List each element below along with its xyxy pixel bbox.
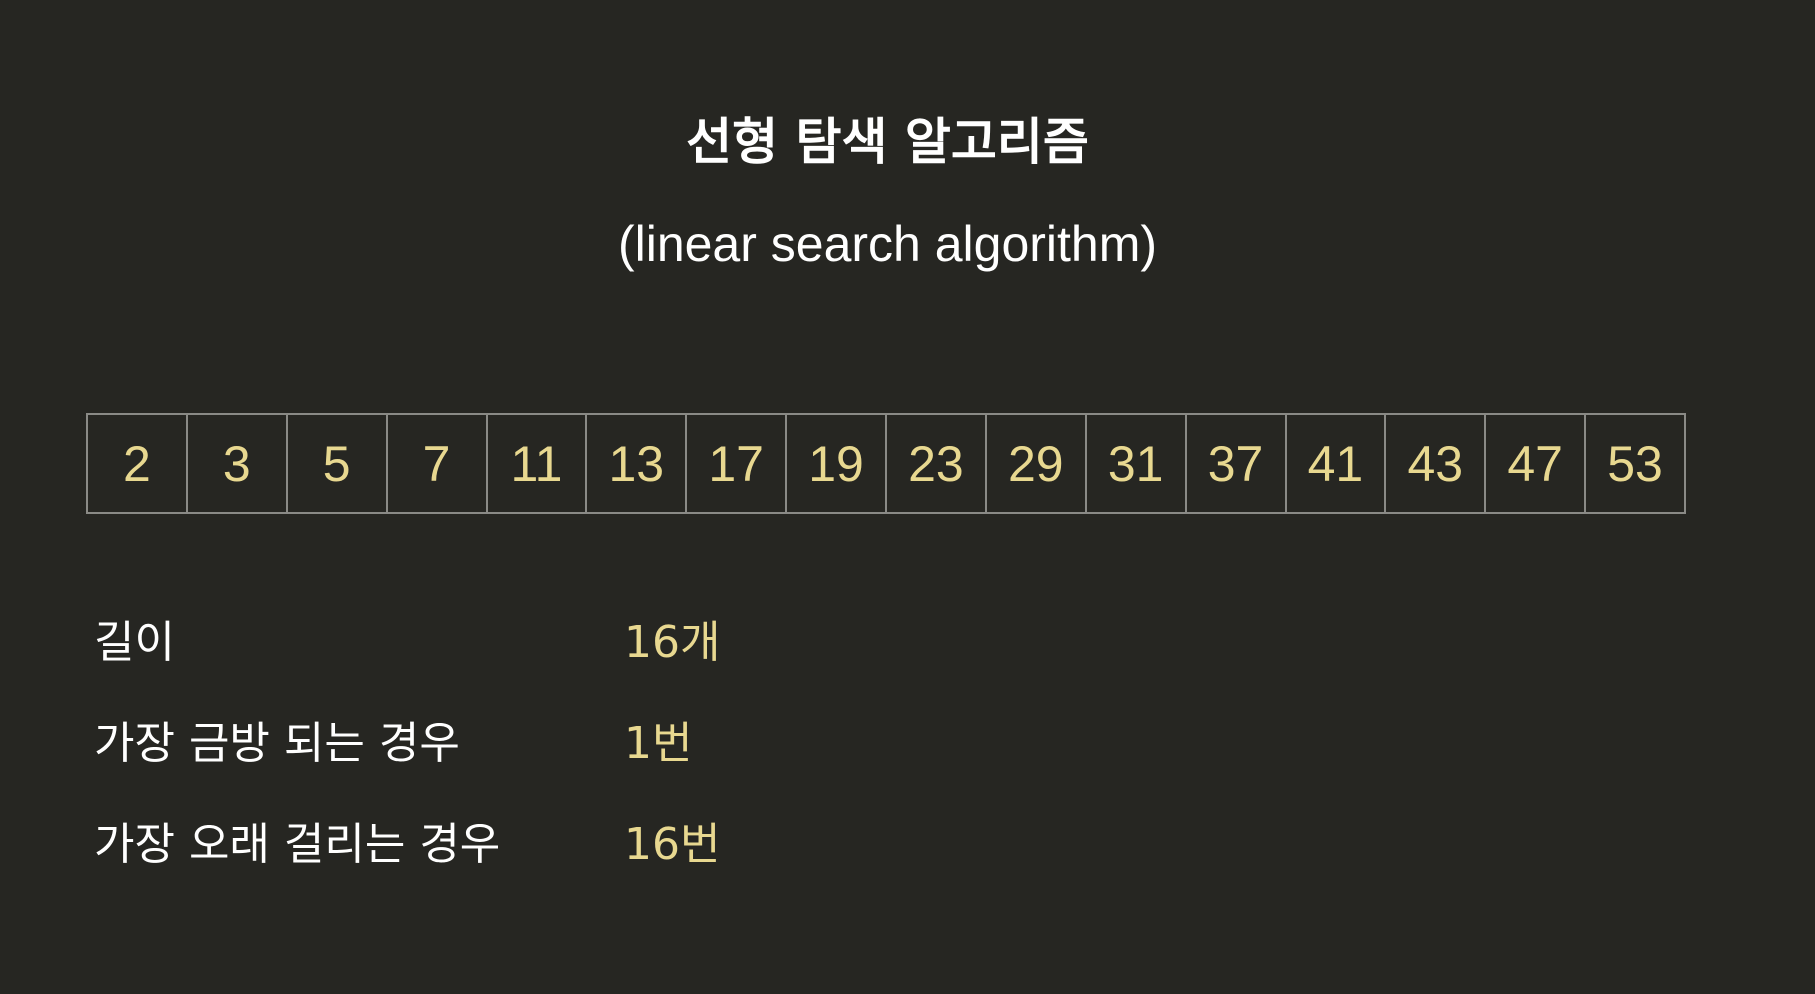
- info-row-best-case: 가장 금방 되는 경우 1번: [94, 716, 1294, 817]
- worst-case-value: 16번: [624, 819, 721, 870]
- slide-title: 선형 탐색 알고리즘: [686, 113, 1089, 171]
- array-cell: 43: [1386, 415, 1487, 512]
- array-cell: 17: [687, 415, 788, 512]
- array-cell: 11: [488, 415, 588, 512]
- info-row-worst-case: 가장 오래 걸리는 경우 16번: [94, 817, 1294, 918]
- worst-case-label: 가장 오래 걸리는 경우: [94, 819, 501, 870]
- array-cell: 5: [288, 415, 388, 512]
- array-cell: 31: [1087, 415, 1187, 512]
- array-cell: 13: [587, 415, 688, 512]
- array-cell: 19: [787, 415, 887, 512]
- array-cell: 41: [1287, 415, 1387, 512]
- best-case-value: 1번: [624, 718, 693, 769]
- array-diagram: 2 3 5 7 11 13 17 19 23 29 31 37 41 43 47 53: [86, 413, 1686, 514]
- slide: 선형 탐색 알고리즘 (linear search algorithm) 235…: [0, 0, 1815, 994]
- slide-subtitle: (linear search algorithm): [617, 216, 1158, 272]
- length-label: 길이: [94, 617, 175, 668]
- array-cell: 53: [1607, 435, 1663, 492]
- length-value: 16개: [624, 617, 721, 668]
- array-cell: 3: [188, 415, 288, 512]
- info-table: 길이 16개 가장 금방 되는 경우 1번 가장 오래 걸리는 경우 16번: [94, 615, 1294, 918]
- info-row-length: 길이 16개: [94, 615, 1294, 716]
- array-cell: 7: [388, 415, 488, 512]
- array-cell: 2: [88, 415, 188, 512]
- best-case-label: 가장 금방 되는 경우: [94, 718, 460, 769]
- array-cell: 29: [987, 415, 1087, 512]
- array-cell: 47: [1486, 415, 1587, 512]
- array-cell: 23: [887, 415, 987, 512]
- array-cell: 37: [1187, 415, 1287, 512]
